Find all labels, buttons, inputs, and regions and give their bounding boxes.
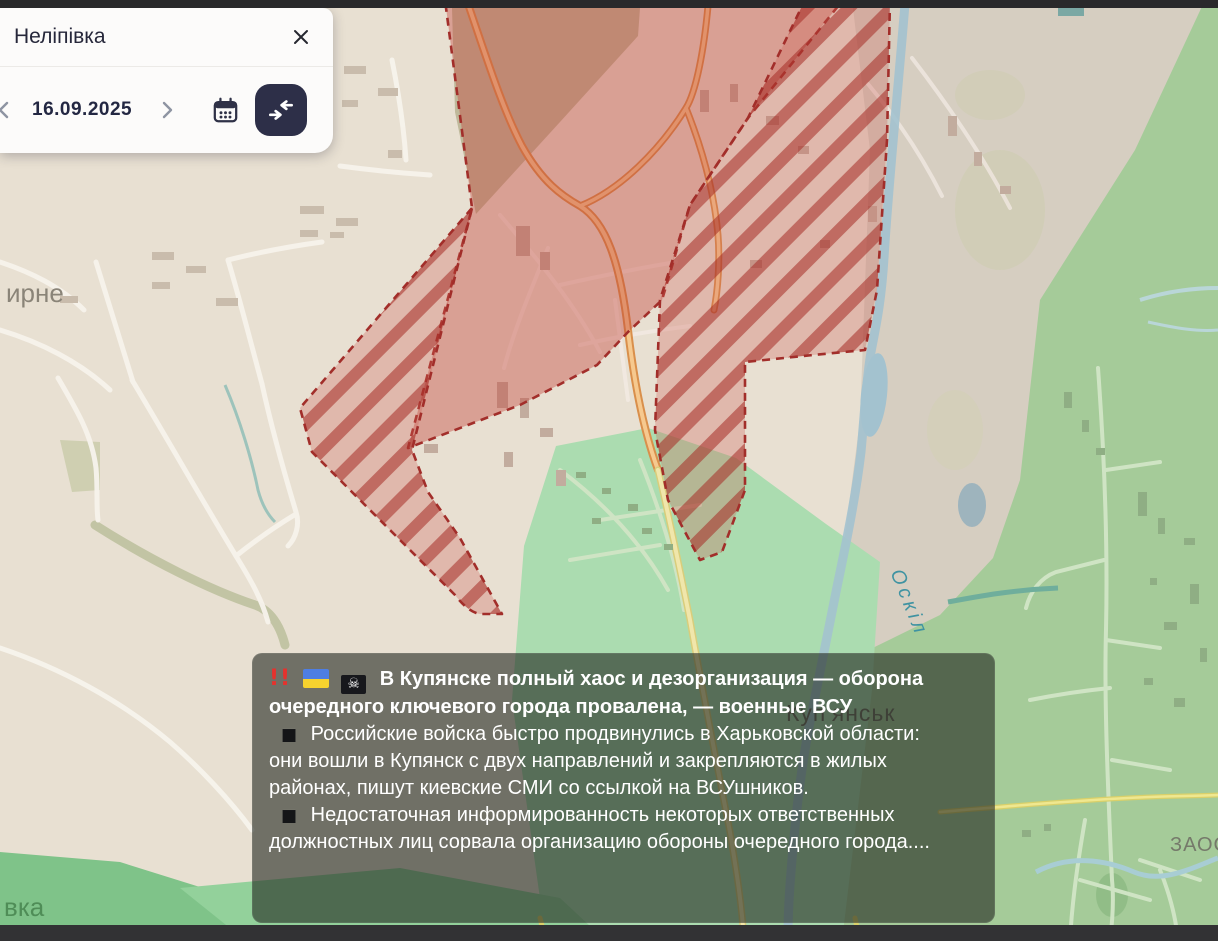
popup-paragraph-text: Российские войска быстро продвинулись в …: [269, 723, 920, 799]
calendar-button[interactable]: [210, 95, 241, 126]
popup-paragraph: ■ Российские войска быстро продвинулись …: [269, 721, 936, 802]
date-navigation: 16.09.2025: [0, 67, 333, 153]
chevron-right-icon: [158, 99, 176, 121]
popup-paragraph: ■ Недостаточная информированность некото…: [269, 802, 936, 856]
calendar-icon: [212, 97, 239, 124]
window-bottom-edge: [0, 925, 1218, 941]
black-square-bullet-icon: ■: [281, 806, 297, 826]
chevron-left-icon: [0, 99, 12, 121]
app-screen: { "search_panel": { "place_name": "Неліп…: [0, 0, 1218, 941]
close-icon: [291, 27, 311, 47]
jump-to-latest-button[interactable]: [255, 84, 307, 136]
window-top-edge: [0, 0, 1218, 8]
double-exclamation-icon: !!: [269, 666, 291, 691]
pirate-flag-icon: ☠: [341, 675, 366, 694]
popup-title: !! ☠ В Купянске полный хаос и дезорганиз…: [269, 664, 936, 721]
ukraine-flag-icon: [303, 669, 329, 688]
news-popup[interactable]: !! ☠ В Купянске полный хаос и дезорганиз…: [252, 653, 995, 923]
converge-arrows-icon: [266, 95, 296, 125]
previous-day-button[interactable]: [0, 97, 14, 123]
search-panel-header: Неліпівка: [0, 8, 333, 66]
current-date: 16.09.2025: [32, 99, 132, 121]
close-button[interactable]: [287, 23, 315, 51]
place-name: Неліпівка: [14, 25, 106, 49]
search-panel: Неліпівка 16.09.2025: [0, 8, 333, 153]
next-day-button[interactable]: [156, 97, 178, 123]
black-square-bullet-icon: ■: [281, 725, 297, 745]
popup-title-text: В Купянске полный хаос и дезорганизация …: [269, 668, 923, 718]
popup-paragraph-text: Недостаточная информированность некоторы…: [269, 804, 930, 853]
